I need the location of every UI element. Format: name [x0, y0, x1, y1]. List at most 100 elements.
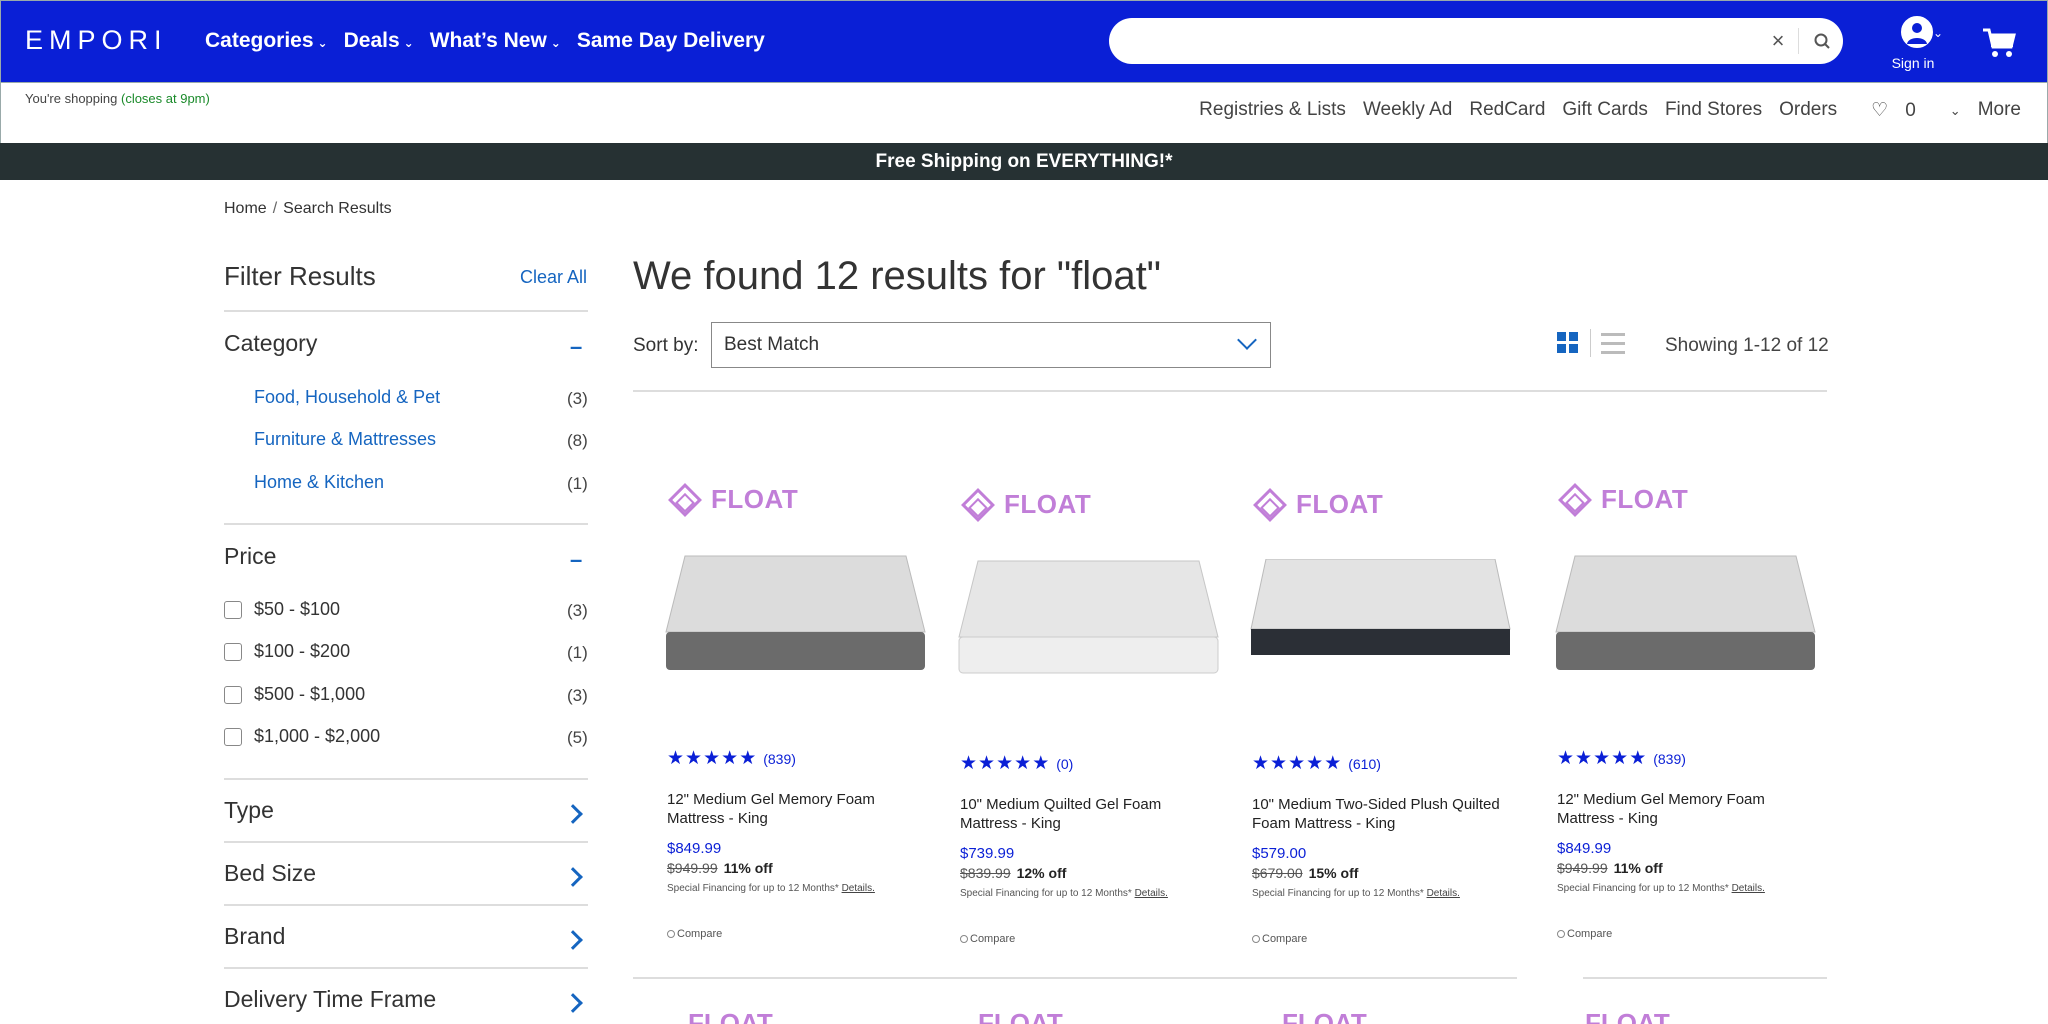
- category-food-household-pet[interactable]: Food, Household & Pet: [254, 387, 440, 408]
- checkbox[interactable]: [224, 600, 242, 619]
- nav-categories[interactable]: Categories ⌄: [205, 29, 328, 53]
- list-view-icon[interactable]: [1601, 333, 1625, 355]
- price-filter-100-200[interactable]: $100 - $200: [224, 641, 350, 662]
- link-gift-cards[interactable]: Gift Cards: [1562, 99, 1648, 122]
- price-count: (5): [567, 728, 588, 747]
- category-furniture-mattresses[interactable]: Furniture & Mattresses: [254, 429, 436, 450]
- brand-logo: FLOAT: [1585, 1008, 1670, 1024]
- clear-search-icon[interactable]: ×: [1763, 26, 1793, 56]
- product-card[interactable]: FLOAT ★ ★ ★ ★ ★ (839) 12" Medium Gel Memory F…: [653, 482, 938, 974]
- rating-stars[interactable]: ★ ★ ★ ★ ★ (610): [1252, 754, 1381, 773]
- divider: [224, 841, 588, 843]
- link-find-stores[interactable]: Find Stores: [1665, 99, 1762, 122]
- chevron-right-icon[interactable]: [563, 993, 583, 1013]
- compare-checkbox[interactable]: Compare: [1252, 933, 1307, 945]
- price-filter-50-100[interactable]: $50 - $100: [224, 599, 340, 620]
- price-count: (3): [567, 601, 588, 620]
- cart-icon[interactable]: [1981, 25, 2017, 61]
- link-registries[interactable]: Registries & Lists: [1199, 99, 1346, 122]
- search-input[interactable]: [1129, 26, 1729, 56]
- sort-dropdown[interactable]: Best Match: [711, 322, 1271, 368]
- nav-deals[interactable]: Deals ⌄: [344, 29, 414, 53]
- more-menu[interactable]: ⌄ More: [1933, 99, 2021, 122]
- product-card[interactable]: FLOAT ★ ★ ★ ★ ★ (610) 10" Medium Two-Sided Pl…: [1238, 487, 1523, 979]
- link-weekly-ad[interactable]: Weekly Ad: [1363, 99, 1452, 122]
- price-filter-500-1000[interactable]: $500 - $1,000: [224, 684, 365, 705]
- product-name[interactable]: 12" Medium Gel Memory Foam Mattress - Ki…: [1557, 790, 1807, 828]
- rating-stars[interactable]: ★ ★ ★ ★ ★ (839): [667, 749, 796, 768]
- breadcrumb-home[interactable]: Home: [224, 200, 267, 217]
- site-logo[interactable]: EMPORI: [25, 25, 168, 56]
- chevron-down-icon: [1237, 330, 1257, 350]
- divider: [633, 977, 1517, 979]
- chevron-down-icon: ⌄: [1949, 103, 1961, 118]
- results-heading: We found 12 results for "float": [633, 254, 1161, 298]
- utility-links: Registries & Lists Weekly Ad RedCard Gif…: [1182, 99, 2021, 122]
- product-image[interactable]: [1248, 558, 1513, 679]
- checkbox[interactable]: [224, 727, 242, 746]
- brand-logo: FLOAT: [978, 1008, 1063, 1024]
- divider: [633, 390, 1827, 392]
- financing-note: Special Financing for up to 12 Months* D…: [667, 883, 875, 894]
- financing-note: Special Financing for up to 12 Months* D…: [1252, 888, 1460, 899]
- breadcrumb-current: Search Results: [283, 200, 392, 217]
- bed-size-section-title[interactable]: Bed Size: [224, 860, 316, 887]
- link-redcard[interactable]: RedCard: [1469, 99, 1545, 122]
- chevron-down-icon: ⌄: [1933, 26, 1944, 40]
- details-link[interactable]: Details.: [842, 883, 875, 894]
- nav-whats-new[interactable]: What’s New ⌄: [430, 29, 561, 53]
- product-card[interactable]: FLOAT ★ ★ ★ ★ ★ (839) 12" Medium Gel Memory F…: [1543, 482, 1828, 974]
- brand-section-title[interactable]: Brand: [224, 923, 285, 950]
- store-status: You're shopping (closes at 9pm): [25, 91, 210, 106]
- collapse-icon[interactable]: –: [570, 334, 582, 360]
- store-hours[interactable]: (closes at 9pm): [121, 91, 210, 106]
- compare-checkbox[interactable]: Compare: [667, 928, 722, 940]
- details-link[interactable]: Details.: [1427, 888, 1460, 899]
- category-home-kitchen[interactable]: Home & Kitchen: [254, 472, 384, 493]
- nav-same-day-delivery[interactable]: Same Day Delivery: [577, 29, 765, 53]
- product-name[interactable]: 10" Medium Quilted Gel Foam Mattress - K…: [960, 795, 1210, 833]
- category-section-title[interactable]: Category: [224, 330, 317, 357]
- chevron-right-icon[interactable]: [563, 804, 583, 824]
- collapse-icon[interactable]: –: [570, 547, 582, 573]
- product-image[interactable]: [1553, 554, 1818, 674]
- was-price-row: $679.00 15% off: [1252, 865, 1359, 881]
- favorites-link[interactable]: ♡ 0: [1854, 99, 1916, 122]
- chevron-down-icon: ⌄: [403, 36, 414, 50]
- checkbox[interactable]: [224, 685, 242, 704]
- type-section-title[interactable]: Type: [224, 797, 274, 824]
- product-image[interactable]: [956, 559, 1221, 679]
- view-divider: [1590, 329, 1591, 357]
- divider: [224, 523, 588, 525]
- details-link[interactable]: Details.: [1135, 888, 1168, 899]
- link-orders[interactable]: Orders: [1779, 99, 1837, 122]
- details-link[interactable]: Details.: [1732, 883, 1765, 894]
- price-section-title[interactable]: Price: [224, 543, 276, 570]
- chevron-right-icon[interactable]: [563, 930, 583, 950]
- chevron-right-icon[interactable]: [563, 867, 583, 887]
- chevron-down-icon: ⌄: [550, 36, 561, 50]
- clear-all-link[interactable]: Clear All: [520, 267, 587, 288]
- product-image[interactable]: [663, 554, 928, 674]
- heart-icon: ♡: [1871, 100, 1889, 121]
- price-filter-1000-2000[interactable]: $1,000 - $2,000: [224, 726, 380, 747]
- product-price: $739.99: [960, 845, 1015, 862]
- compare-checkbox[interactable]: Compare: [1557, 928, 1612, 940]
- sign-in-button[interactable]: ⌄ Sign in: [1887, 16, 1947, 72]
- divider: [224, 904, 588, 906]
- search-divider: [1798, 28, 1799, 54]
- product-name[interactable]: 12" Medium Gel Memory Foam Mattress - Ki…: [667, 790, 917, 828]
- product-name[interactable]: 10" Medium Two-Sided Plush Quilted Foam …: [1252, 795, 1502, 833]
- grid-view-icon[interactable]: [1557, 332, 1579, 354]
- category-count: (8): [567, 431, 588, 450]
- checkbox[interactable]: [224, 642, 242, 661]
- account-icon: [1901, 16, 1933, 48]
- rating-stars[interactable]: ★ ★ ★ ★ ★ (0): [960, 754, 1073, 773]
- search-icon[interactable]: [1807, 26, 1837, 56]
- product-card[interactable]: FLOAT ★ ★ ★ ★ ★ (0) 10" Medium Quilted Gel Fo…: [946, 487, 1231, 979]
- delivery-time-section-title[interactable]: Delivery Time Frame: [224, 986, 436, 1013]
- rating-stars[interactable]: ★ ★ ★ ★ ★ (839): [1557, 749, 1686, 768]
- compare-checkbox[interactable]: Compare: [960, 933, 1015, 945]
- was-price-row: $949.99 11% off: [667, 860, 773, 876]
- promo-banner[interactable]: Free Shipping on EVERYTHING!*: [0, 143, 2048, 180]
